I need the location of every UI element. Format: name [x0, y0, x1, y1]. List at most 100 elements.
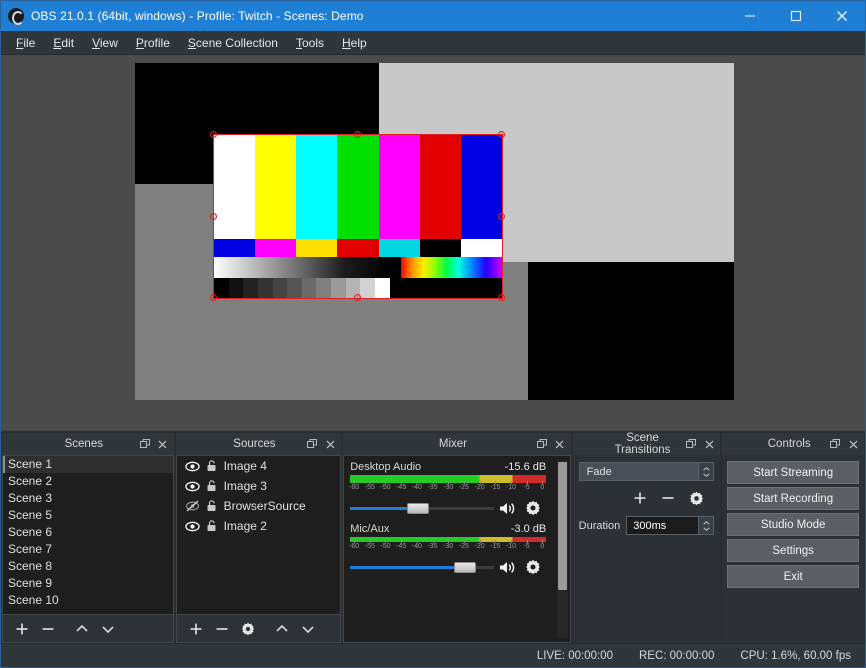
- scale-tick--45: -45: [396, 484, 406, 491]
- start-recording-button[interactable]: Start Recording: [727, 487, 859, 510]
- selected-source-colorbars[interactable]: [214, 135, 502, 298]
- step-7: [302, 278, 317, 298]
- source-row-image4[interactable]: Image 4: [177, 456, 341, 476]
- resize-handle-top-center[interactable]: [354, 131, 361, 138]
- move-source-up-button[interactable]: [269, 617, 295, 641]
- controls-close-icon[interactable]: [846, 436, 860, 452]
- step-6: [287, 278, 302, 298]
- scale-tick--10: -10: [506, 484, 516, 491]
- move-scene-up-button[interactable]: [69, 617, 95, 641]
- move-scene-down-button[interactable]: [95, 617, 121, 641]
- remove-transition-button[interactable]: [654, 488, 682, 508]
- transitions-close-icon[interactable]: [702, 436, 716, 452]
- menu-help[interactable]: Help: [333, 33, 376, 53]
- studio-mode-button[interactable]: Studio Mode: [727, 513, 859, 536]
- add-transition-button[interactable]: [626, 488, 654, 508]
- mixer-body[interactable]: Desktop Audio -15.6 dB -60 -55 -50 -45: [343, 455, 570, 643]
- slider-knob[interactable]: [407, 503, 429, 514]
- transition-select[interactable]: Fade: [579, 462, 715, 481]
- scene-item-8[interactable]: Scene 9: [3, 575, 173, 592]
- lock-open-icon[interactable]: [203, 460, 221, 472]
- close-icon[interactable]: [819, 1, 865, 31]
- transition-spinner[interactable]: [699, 462, 714, 481]
- desktop-audio-volume-slider[interactable]: [350, 500, 494, 516]
- desktop-audio-speaker-icon[interactable]: [494, 501, 520, 516]
- menu-view[interactable]: View: [83, 33, 127, 53]
- scene-item-3[interactable]: Scene 3: [3, 490, 173, 507]
- eye-visible-icon[interactable]: [183, 461, 203, 472]
- desktop-audio-label: Desktop Audio: [350, 461, 504, 473]
- add-scene-button[interactable]: [9, 617, 35, 641]
- source-row-image3[interactable]: Image 3: [177, 476, 341, 496]
- menu-tools[interactable]: Tools: [287, 33, 333, 53]
- lock-open-icon[interactable]: [203, 500, 221, 512]
- scene-item-9[interactable]: Scene 10: [3, 592, 173, 609]
- maximize-icon[interactable]: [773, 1, 819, 31]
- move-source-down-button[interactable]: [295, 617, 321, 641]
- start-streaming-button[interactable]: Start Streaming: [727, 461, 859, 484]
- lock-open-icon[interactable]: [203, 520, 221, 532]
- desktop-audio-gear-icon[interactable]: [520, 500, 546, 516]
- controls-title: Controls: [722, 438, 828, 450]
- mic-aux-speaker-icon[interactable]: [494, 560, 520, 575]
- bar2-magenta: [255, 239, 296, 258]
- menu-scene-collection[interactable]: Scene Collection: [179, 33, 287, 53]
- eye-visible-icon[interactable]: [183, 481, 203, 492]
- resize-handle-middle-right[interactable]: [498, 213, 505, 220]
- preview-area[interactable]: [1, 55, 865, 431]
- settings-button[interactable]: Settings: [727, 539, 859, 562]
- resize-handle-bottom-right[interactable]: [498, 294, 505, 301]
- mixer-scrollbar-thumb[interactable]: [558, 462, 567, 590]
- bar2-cyan: [379, 239, 420, 258]
- resize-handle-bottom-left[interactable]: [210, 294, 217, 301]
- scene-item-4[interactable]: Scene 5: [3, 507, 173, 524]
- duration-input[interactable]: 300ms: [626, 516, 699, 535]
- eye-visible-icon[interactable]: [183, 521, 203, 532]
- sources-float-icon[interactable]: [305, 436, 319, 452]
- remove-scene-button[interactable]: [35, 617, 61, 641]
- sources-list[interactable]: Image 4 Image 3: [176, 455, 342, 615]
- scenes-list[interactable]: Scene 1 Scene 2 Scene 3 Scene 5 Scene 6 …: [2, 455, 174, 615]
- scene-item-6[interactable]: Scene 7: [3, 541, 173, 558]
- resize-handle-middle-left[interactable]: [210, 213, 217, 220]
- duration-spinner[interactable]: [699, 516, 714, 535]
- mixer-float-icon[interactable]: [535, 436, 549, 452]
- scenes-close-icon[interactable]: [156, 436, 170, 452]
- resize-handle-bottom-center[interactable]: [354, 294, 361, 301]
- source-properties-button[interactable]: [235, 617, 261, 641]
- preview-canvas[interactable]: [135, 63, 734, 400]
- step-9: [331, 278, 346, 298]
- eye-hidden-icon[interactable]: [183, 500, 203, 512]
- lock-open-icon[interactable]: [203, 480, 221, 492]
- resize-handle-top-left[interactable]: [210, 131, 217, 138]
- mixer-close-icon[interactable]: [553, 436, 567, 452]
- menu-profile[interactable]: Profile: [127, 33, 179, 53]
- controls-float-icon[interactable]: [828, 436, 842, 452]
- source-row-image2[interactable]: Image 2: [177, 516, 341, 536]
- remove-source-button[interactable]: [209, 617, 235, 641]
- scene-item-7[interactable]: Scene 8: [3, 558, 173, 575]
- resize-handle-top-right[interactable]: [498, 131, 505, 138]
- sources-close-icon[interactable]: [323, 436, 337, 452]
- mixer-scrollbar[interactable]: [557, 460, 568, 638]
- dock-mixer: Mixer Desktop Audio -15.6 dB: [343, 433, 570, 643]
- statusbar: LIVE: 00:00:00 REC: 00:00:00 CPU: 1.6%, …: [1, 643, 865, 667]
- transitions-float-icon[interactable]: [684, 436, 698, 452]
- source-row-browsersource[interactable]: BrowserSource: [177, 496, 341, 516]
- menu-edit[interactable]: Edit: [44, 33, 83, 53]
- mic-aux-gear-icon[interactable]: [520, 559, 546, 575]
- slider-knob[interactable]: [454, 562, 476, 573]
- controls-header: Controls: [722, 433, 864, 455]
- minimize-icon[interactable]: [727, 1, 773, 31]
- scene-item-5[interactable]: Scene 6: [3, 524, 173, 541]
- mic-aux-volume-slider[interactable]: [350, 559, 494, 575]
- duration-row: Duration 300ms: [579, 516, 715, 535]
- scenes-float-icon[interactable]: [138, 436, 152, 452]
- scene-item-2[interactable]: Scene 2: [3, 473, 173, 490]
- colorbars-row-2: [214, 239, 502, 258]
- exit-button[interactable]: Exit: [727, 565, 859, 588]
- scene-item-1[interactable]: Scene 1: [3, 456, 173, 473]
- menu-file[interactable]: File: [7, 33, 44, 53]
- add-source-button[interactable]: [183, 617, 209, 641]
- transition-properties-button[interactable]: [682, 488, 710, 508]
